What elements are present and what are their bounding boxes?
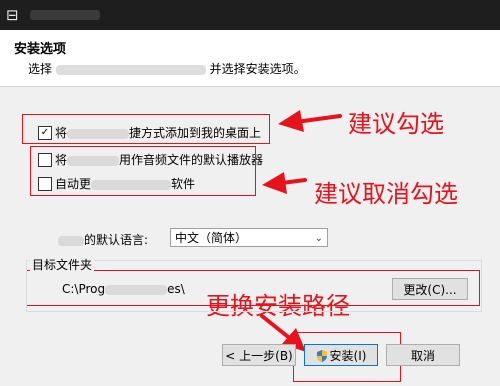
- arrow-to-desktop-option: [294, 114, 342, 124]
- language-selected: 中文（简体）: [175, 231, 248, 245]
- path-prefix: C:\Prog: [62, 282, 106, 296]
- language-label: 的默认语言:: [84, 233, 149, 247]
- arrow-head: [262, 172, 287, 194]
- uac-shield-icon: [316, 349, 327, 362]
- language-row: 的默认语言:: [58, 231, 148, 248]
- install-label: 安装(I): [329, 349, 367, 363]
- target-path: C:\Prog es\: [62, 282, 185, 296]
- arrow-to-uncheck-options: [280, 178, 307, 185]
- redacted-text: [58, 235, 84, 246]
- annotation-recommend-uncheck: 建议取消勾选: [314, 180, 458, 208]
- target-folder-label: 目标文件夹: [30, 256, 95, 273]
- redacted-text: [105, 284, 168, 295]
- chevron-down-icon: ⌄: [314, 233, 323, 244]
- install-button[interactable]: 安装(I): [304, 344, 378, 366]
- annotation-recommend-check: 建议勾选: [348, 110, 444, 138]
- cancel-button[interactable]: 取消: [386, 344, 460, 366]
- path-suffix: es\: [167, 282, 185, 296]
- back-button[interactable]: < 上一步(B): [222, 344, 296, 366]
- arrow-head: [278, 110, 304, 132]
- language-select[interactable]: 中文（简体） ⌄: [170, 228, 328, 247]
- change-path-button[interactable]: 更改(C)...: [392, 278, 468, 300]
